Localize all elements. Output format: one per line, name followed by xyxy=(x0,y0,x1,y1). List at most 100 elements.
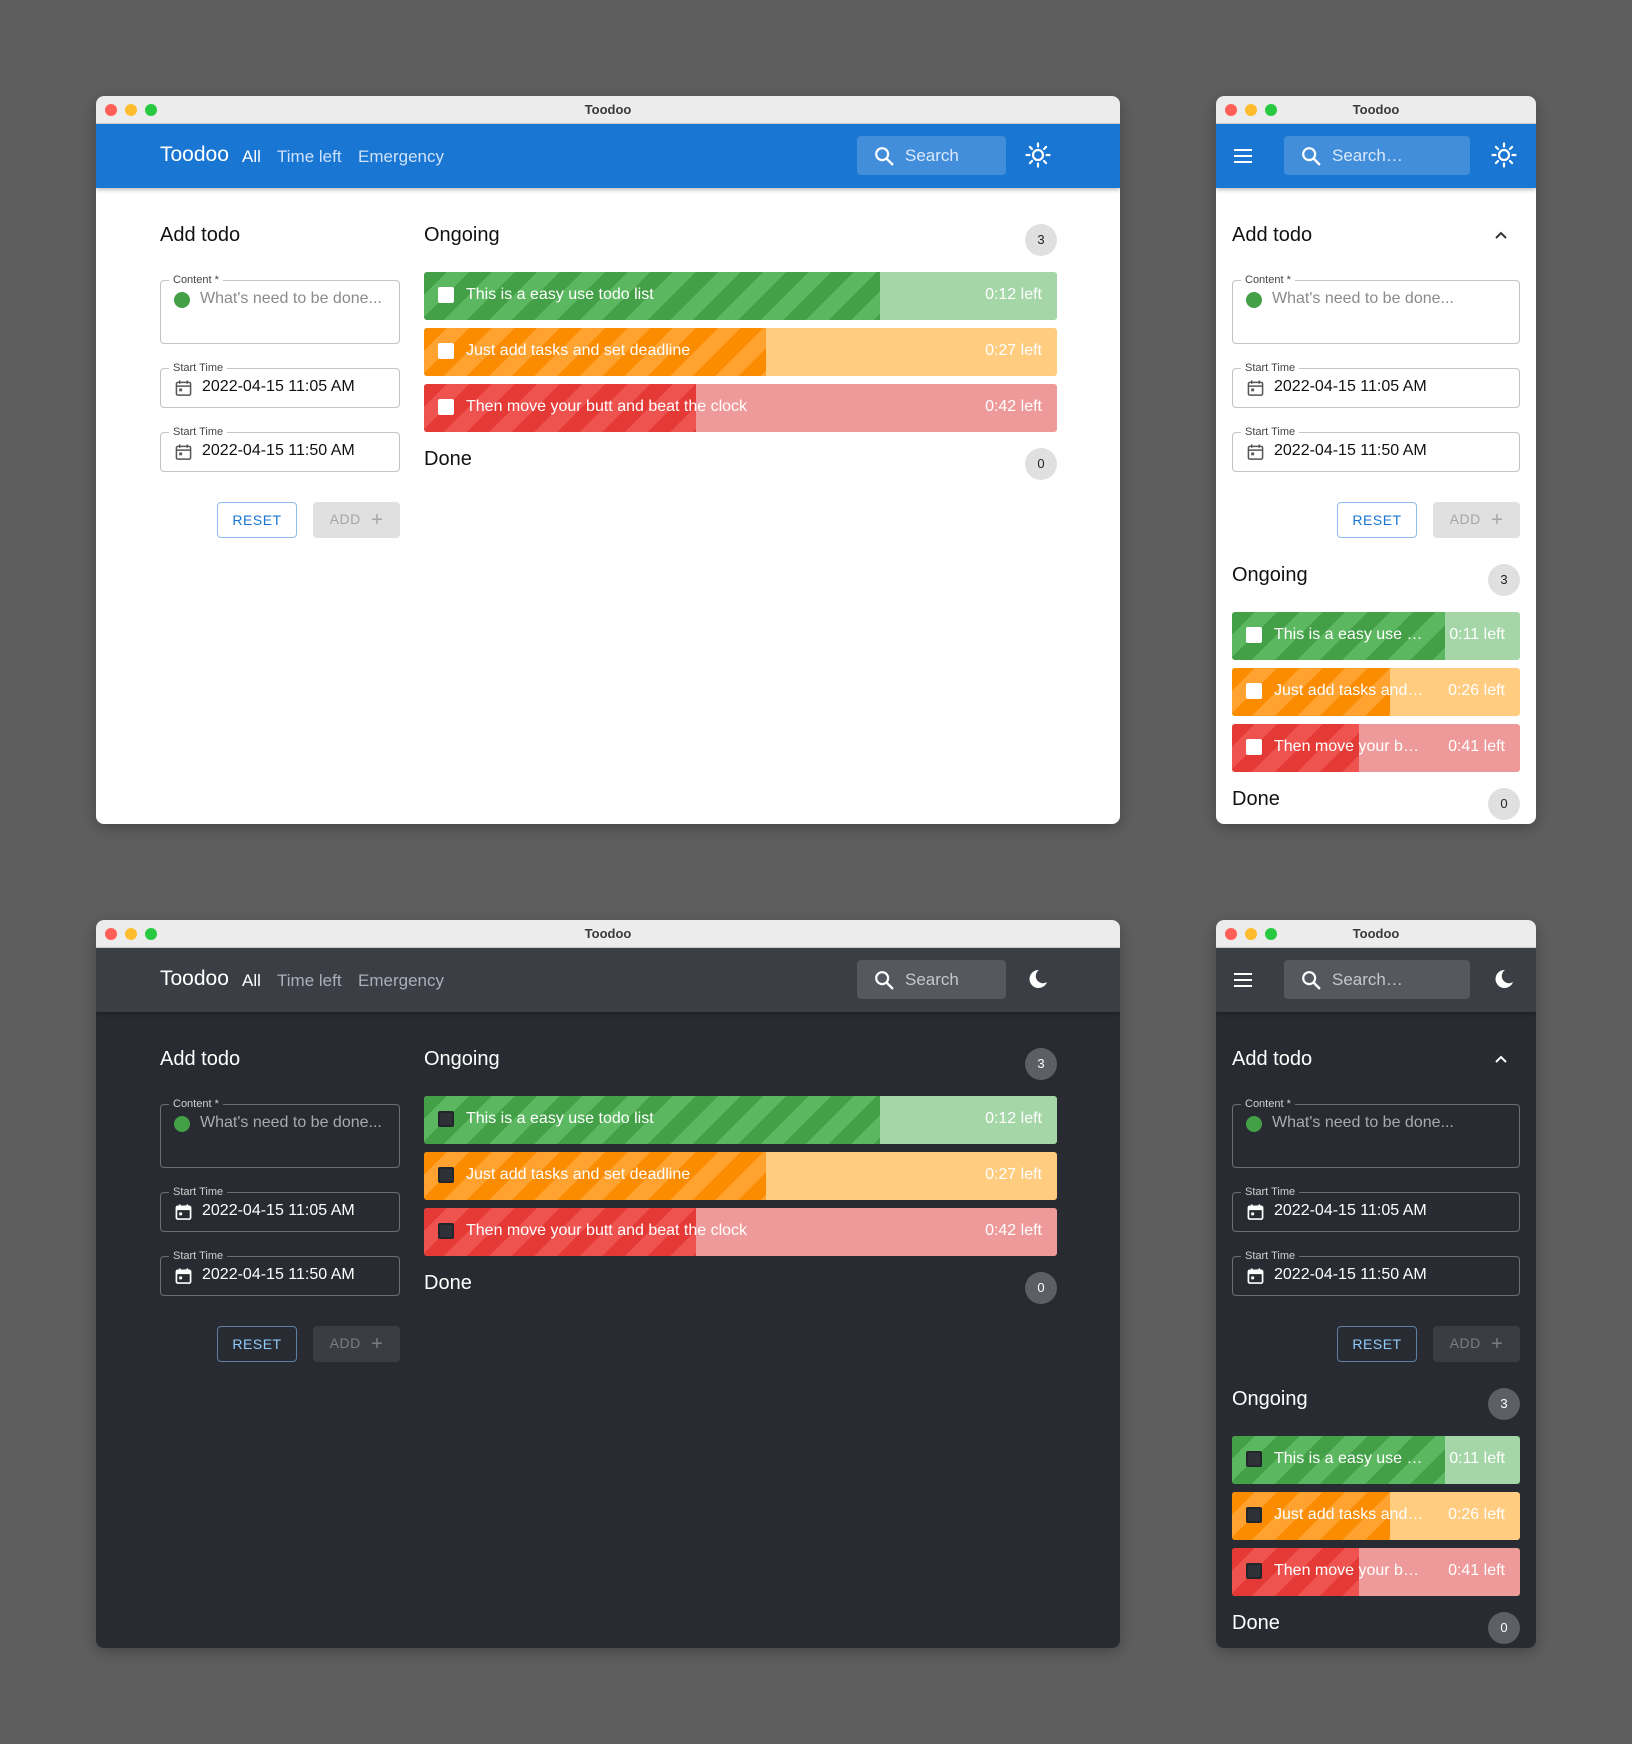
todo-checkbox[interactable] xyxy=(438,1111,454,1127)
nav-time-left[interactable]: Time left xyxy=(277,147,342,167)
brand-title[interactable]: Toodoo xyxy=(160,143,229,167)
search-input[interactable]: Search… xyxy=(1284,136,1470,175)
todo-checkbox[interactable] xyxy=(1246,1563,1262,1579)
todo-checkbox[interactable] xyxy=(1246,627,1262,643)
main-content: Add todo Content * What's need to be don… xyxy=(1216,188,1536,824)
time-left: 0:11 left xyxy=(1449,1450,1505,1467)
light-mode-sun-icon[interactable] xyxy=(1491,142,1517,168)
todo-checkbox[interactable] xyxy=(1246,683,1262,699)
collapse-chevron-icon[interactable] xyxy=(1494,230,1508,240)
add-button[interactable]: ADD + xyxy=(1433,1326,1520,1362)
ongoing-title: Ongoing xyxy=(1232,1388,1308,1410)
add-todo-title: Add todo xyxy=(1232,224,1313,246)
start-time-value: 2022-04-15 11:05 AM xyxy=(202,1202,355,1219)
search-input[interactable]: Search xyxy=(857,136,1006,175)
end-time-value: 2022-04-15 11:50 AM xyxy=(202,1266,355,1283)
search-icon xyxy=(1302,971,1321,990)
nav-all[interactable]: All xyxy=(242,971,261,991)
todo-item[interactable]: This is a easy use … 0:11 left xyxy=(1232,1436,1520,1484)
dark-mode-moon-icon[interactable] xyxy=(1027,968,1049,990)
time-left: 0:41 left xyxy=(1448,738,1505,755)
todo-item[interactable]: Just add tasks and… 0:26 left xyxy=(1232,668,1520,716)
dark-mode-moon-icon[interactable] xyxy=(1493,968,1515,990)
title-bar: Toodoo xyxy=(1216,920,1536,948)
todo-item[interactable]: This is a easy use … 0:11 left xyxy=(1232,612,1520,660)
end-time-value: 2022-04-15 11:50 AM xyxy=(202,442,355,459)
todo-item[interactable]: Then move your butt and beat the clock 0… xyxy=(424,384,1057,432)
todo-item[interactable]: Just add tasks and set deadline 0:27 lef… xyxy=(424,1152,1057,1200)
menu-icon[interactable] xyxy=(1233,146,1253,166)
todo-item[interactable]: Just add tasks and… 0:26 left xyxy=(1232,1492,1520,1540)
todo-text: Then move your butt and beat the clock xyxy=(466,398,748,415)
calendar-icon xyxy=(1247,1268,1264,1284)
time-left: 0:42 left xyxy=(985,1222,1042,1239)
start-time-label: Start Time xyxy=(1241,1185,1300,1199)
end-time-field[interactable]: Start Time 2022-04-15 11:50 AM xyxy=(1232,1249,1520,1296)
todo-checkbox[interactable] xyxy=(438,287,454,303)
search-placeholder: Search… xyxy=(1332,146,1403,165)
nav-emergency[interactable]: Emergency xyxy=(358,147,444,167)
todo-item[interactable]: This is a easy use todo list 0:12 left xyxy=(424,272,1057,320)
content-label: Content * xyxy=(1241,273,1295,287)
add-button[interactable]: ADD + xyxy=(1433,502,1520,538)
todo-item[interactable]: Then move your butt and beat the clock 0… xyxy=(424,1208,1057,1256)
start-time-field[interactable]: Start Time 2022-04-15 11:05 AM xyxy=(1232,1185,1520,1232)
todo-text: This is a easy use … xyxy=(1274,626,1423,643)
calendar-icon xyxy=(1247,444,1264,460)
time-left: 0:42 left xyxy=(985,398,1042,415)
content-field[interactable]: Content * What's need to be done... xyxy=(1232,273,1520,344)
end-time-field[interactable]: Start Time 2022-04-15 11:50 AM xyxy=(160,425,400,472)
light-mode-sun-icon[interactable] xyxy=(1025,142,1051,168)
content-field[interactable]: Content * What's need to be done... xyxy=(160,273,400,344)
window-light-mobile: Toodoo Search… Add todo Content * What's… xyxy=(1216,96,1536,824)
reset-button[interactable]: RESET xyxy=(1337,1326,1417,1362)
todo-checkbox[interactable] xyxy=(438,1167,454,1183)
add-button[interactable]: ADD + xyxy=(313,1326,400,1362)
ongoing-count-badge: 3 xyxy=(1025,1048,1057,1080)
nav-time-left[interactable]: Time left xyxy=(277,971,342,991)
title-bar: Toodoo xyxy=(96,920,1120,948)
search-icon xyxy=(875,971,894,990)
todo-item[interactable]: This is a easy use todo list 0:12 left xyxy=(424,1096,1057,1144)
todo-item[interactable]: Then move your b… 0:41 left xyxy=(1232,724,1520,772)
done-title: Done xyxy=(1232,1612,1280,1634)
end-time-label: Start Time xyxy=(169,425,228,439)
menu-icon[interactable] xyxy=(1233,970,1253,990)
todo-checkbox[interactable] xyxy=(438,399,454,415)
time-left: 0:27 left xyxy=(985,342,1042,359)
add-button[interactable]: ADD + xyxy=(313,502,400,538)
start-time-label: Start Time xyxy=(169,1185,228,1199)
reset-button[interactable]: RESET xyxy=(1337,502,1417,538)
start-time-field[interactable]: Start Time 2022-04-15 11:05 AM xyxy=(160,361,400,408)
end-time-field[interactable]: Start Time 2022-04-15 11:50 AM xyxy=(1232,425,1520,472)
reset-button[interactable]: RESET xyxy=(217,1326,297,1362)
end-time-value: 2022-04-15 11:50 AM xyxy=(1274,442,1427,459)
content-field[interactable]: Content * What's need to be done... xyxy=(160,1097,400,1168)
content-field[interactable]: Content * What's need to be done... xyxy=(1232,1097,1520,1168)
search-input[interactable]: Search… xyxy=(1284,960,1470,999)
todo-item[interactable]: Then move your b… 0:41 left xyxy=(1232,1548,1520,1596)
brand-title[interactable]: Toodoo xyxy=(160,967,229,991)
todo-checkbox[interactable] xyxy=(1246,739,1262,755)
plus-icon: + xyxy=(1491,509,1504,531)
end-time-field[interactable]: Start Time 2022-04-15 11:50 AM xyxy=(160,1249,400,1296)
todo-item[interactable]: Just add tasks and set deadline 0:27 lef… xyxy=(424,328,1057,376)
ongoing-count-badge: 3 xyxy=(1488,1388,1520,1420)
todo-checkbox[interactable] xyxy=(1246,1451,1262,1467)
nav-emergency[interactable]: Emergency xyxy=(358,971,444,991)
plus-icon: + xyxy=(371,1333,384,1355)
search-input[interactable]: Search xyxy=(857,960,1006,999)
start-time-field[interactable]: Start Time 2022-04-15 11:05 AM xyxy=(1232,361,1520,408)
nav-all[interactable]: All xyxy=(242,147,261,167)
todo-checkbox[interactable] xyxy=(438,1223,454,1239)
collapse-chevron-icon[interactable] xyxy=(1494,1054,1508,1064)
todo-checkbox[interactable] xyxy=(438,343,454,359)
end-time-label: Start Time xyxy=(169,1249,228,1263)
start-time-field[interactable]: Start Time 2022-04-15 11:05 AM xyxy=(160,1185,400,1232)
status-dot-icon xyxy=(174,292,190,308)
add-button-label: ADD xyxy=(329,511,361,527)
window-title: Toodoo xyxy=(1352,926,1400,941)
reset-button[interactable]: RESET xyxy=(217,502,297,538)
content-label: Content * xyxy=(169,1097,223,1111)
todo-checkbox[interactable] xyxy=(1246,1507,1262,1523)
